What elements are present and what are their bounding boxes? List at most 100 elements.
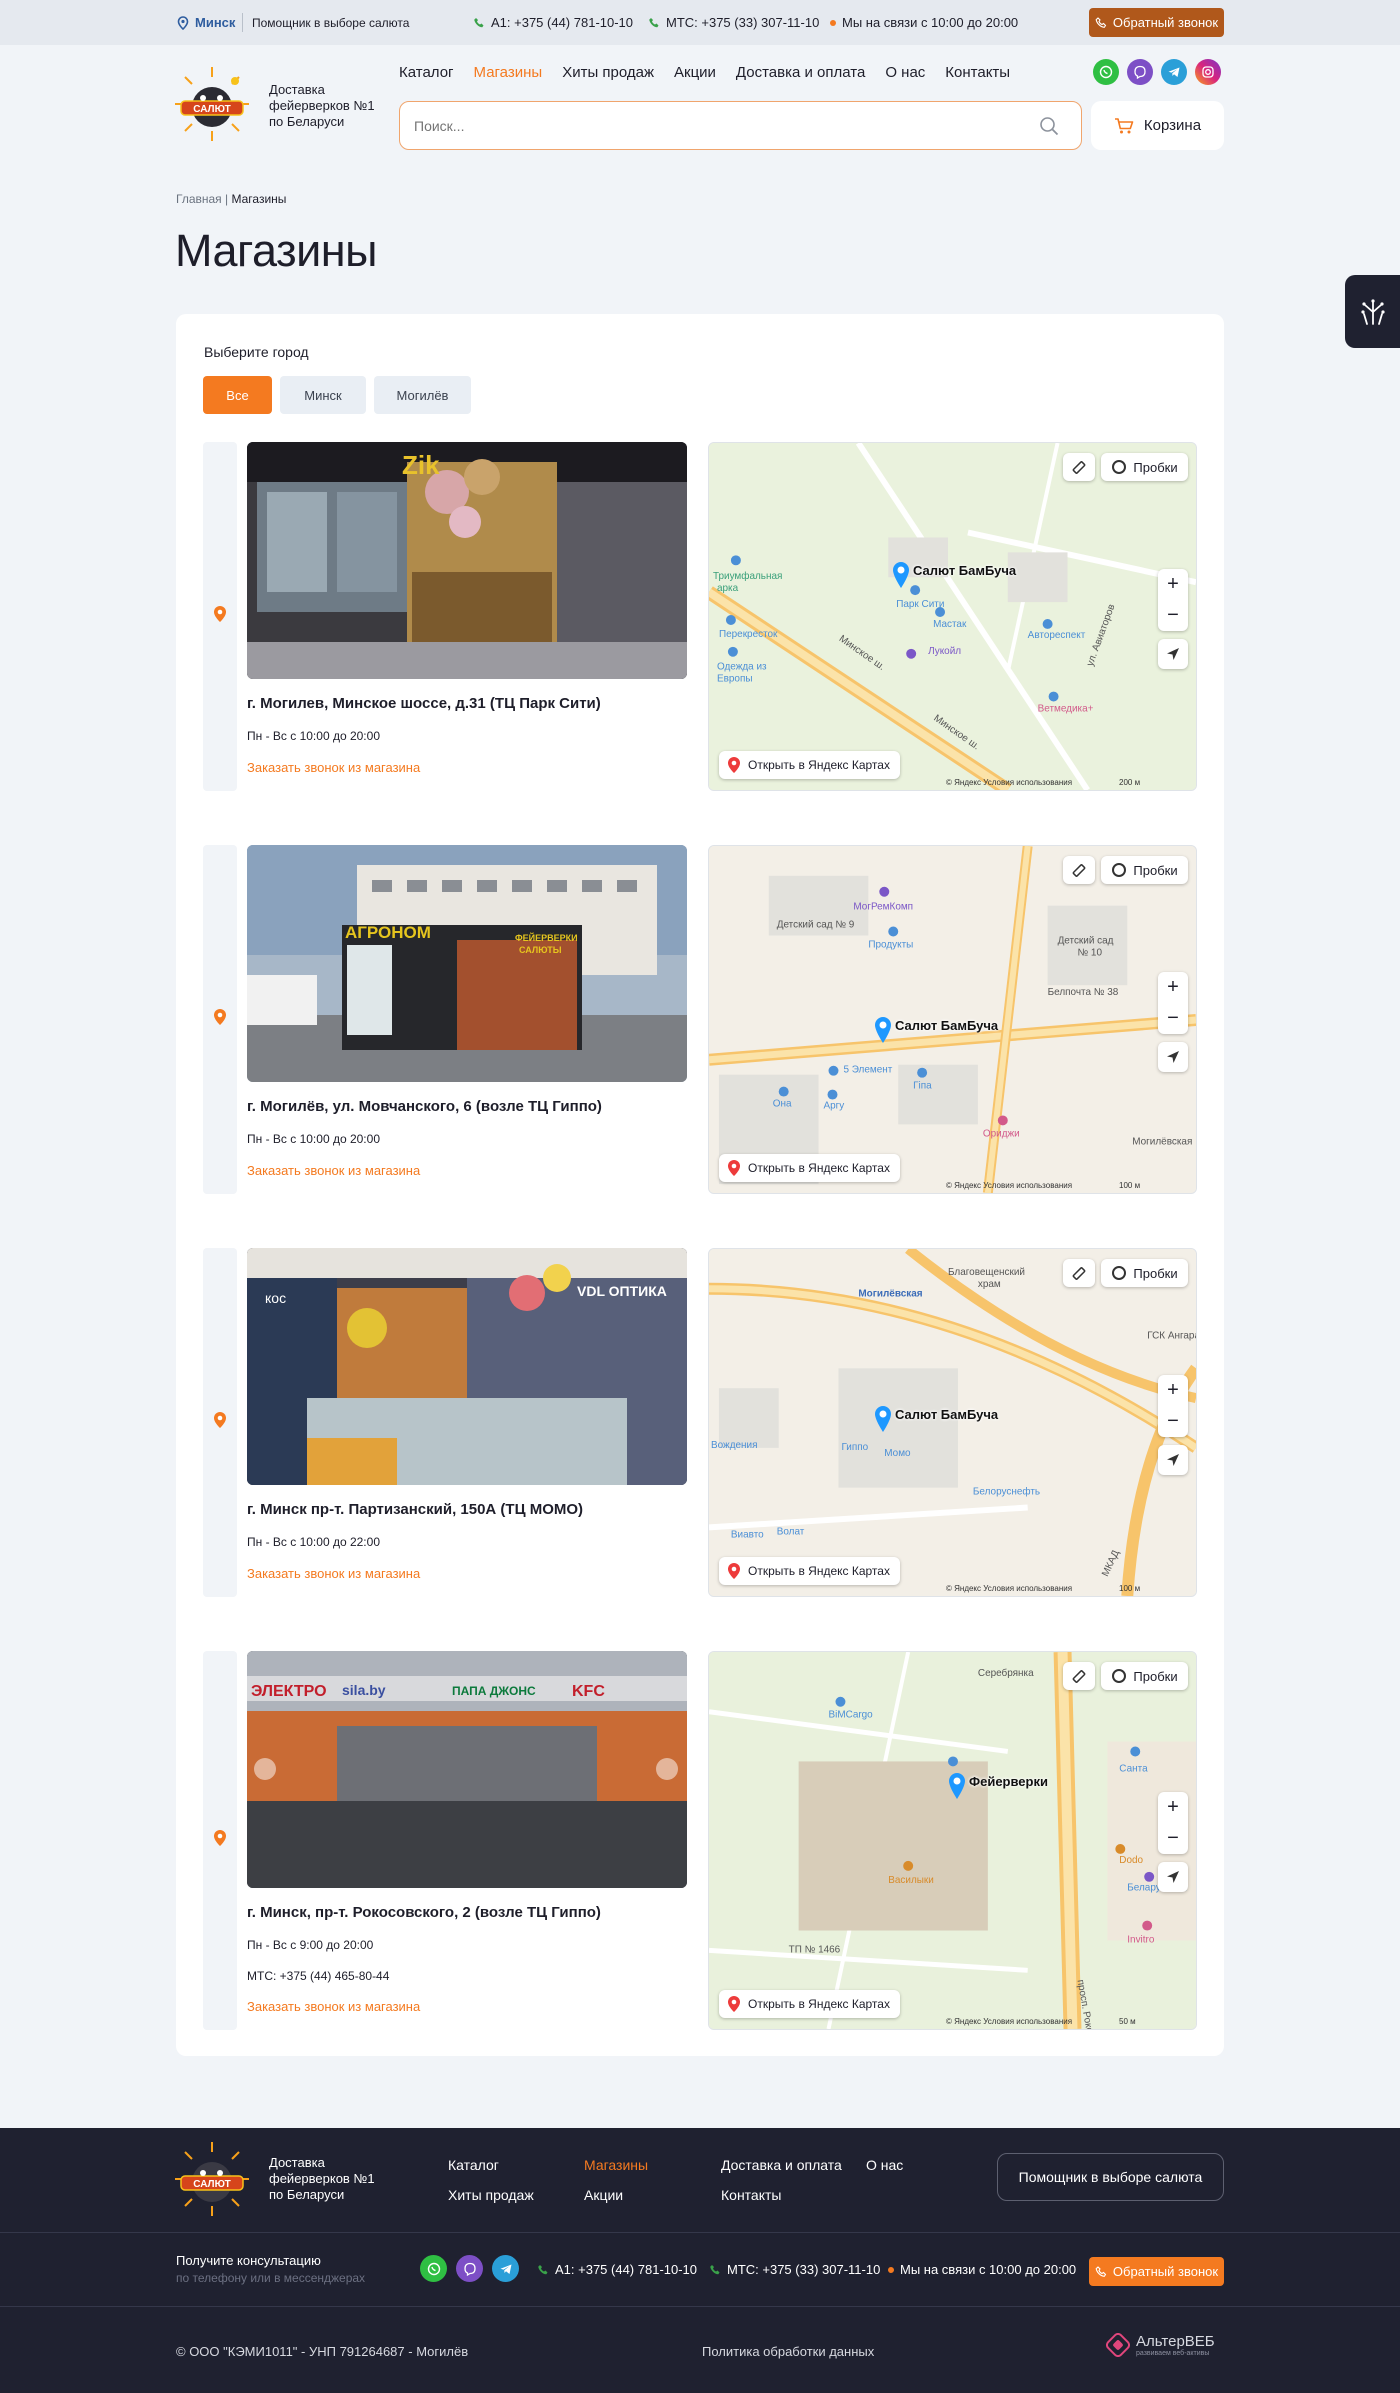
order-call-link[interactable]: Заказать звонок из магазина [247, 1999, 420, 2014]
logo[interactable]: САЛЮТ [173, 65, 251, 143]
nav-bestsellers[interactable]: Хиты продаж [562, 64, 654, 81]
phone-mts[interactable]: МТС: +375 (33) 307-11-10 [648, 15, 819, 30]
svg-text:ЭЛЕКТРО: ЭЛЕКТРО [251, 1683, 327, 1700]
telegram-icon[interactable] [1161, 59, 1187, 85]
footer-nav-about[interactable]: О нас [866, 2157, 903, 2173]
telegram-icon[interactable] [492, 2255, 519, 2282]
store-map[interactable]: Парк Сити Автореспект Мастак Лукойл Ветм… [708, 442, 1197, 791]
side-widget[interactable] [1345, 275, 1400, 348]
footer-nav-catalog[interactable]: Каталог [448, 2157, 499, 2173]
footer: САЛЮТ Доставка фейерверков №1 по Беларус… [0, 2128, 1400, 2393]
geolocation-button[interactable] [1158, 1445, 1188, 1475]
geolocation-button[interactable] [1158, 1862, 1188, 1892]
nav-about[interactable]: О нас [885, 64, 925, 81]
zoom-control: + − [1158, 569, 1188, 631]
svg-text:Лукойл: Лукойл [928, 646, 961, 657]
store-map[interactable]: Серебрянка ТП № 1466 просп. Рокоссовског… [708, 1651, 1197, 2030]
svg-text:САЛЮТЫ: САЛЮТЫ [519, 945, 562, 955]
phone-a1[interactable]: A1: +375 (44) 781-10-10 [473, 15, 633, 30]
developer-credit[interactable]: АльтерВЕБ развиваем веб-активы [1106, 2333, 1215, 2357]
footer-phone-mts[interactable]: МТС: +375 (33) 307-11-10 [709, 2262, 880, 2277]
helper-link[interactable]: Помощник в выборе салюта [252, 16, 409, 30]
nav-contacts[interactable]: Контакты [945, 64, 1010, 81]
store-phone[interactable]: МТС: +375 (44) 465-80-44 [247, 1969, 389, 1983]
map-marker[interactable]: Салют БамБуча [891, 561, 1016, 589]
footer-nav-contacts[interactable]: Контакты [721, 2187, 781, 2203]
store-photo[interactable]: АГРОНОМ ФЕЙЕРВЕРКИ САЛЮТЫ [247, 845, 687, 1082]
store-map[interactable]: Благовещенский храм ГСК Ангара МКАД Могил… [708, 1248, 1197, 1597]
search-input[interactable] [414, 114, 1014, 138]
viber-icon[interactable] [1127, 59, 1153, 85]
nav-stores[interactable]: Магазины [474, 64, 543, 81]
location-pin-icon [214, 1830, 226, 1846]
city-tab-minsk[interactable]: Минск [280, 376, 366, 414]
zoom-in-button[interactable]: + [1158, 972, 1188, 1003]
geolocation-button[interactable] [1158, 639, 1188, 669]
order-call-link[interactable]: Заказать звонок из магазина [247, 1566, 420, 1581]
store-photo[interactable]: VDL ОПТИКА кос [247, 1248, 687, 1485]
store-photo[interactable]: Zik [247, 442, 687, 679]
ruler-button[interactable] [1063, 1259, 1095, 1287]
open-in-yandex-button[interactable]: Открыть в Яндекс Картах [719, 1557, 900, 1585]
zoom-in-button[interactable]: + [1158, 1375, 1188, 1406]
map-marker[interactable]: Фейерверки [947, 1772, 1048, 1800]
nav-catalog[interactable]: Каталог [399, 64, 454, 81]
traffic-button[interactable]: Пробки [1101, 1259, 1188, 1287]
instagram-icon[interactable] [1195, 59, 1221, 85]
ruler-button[interactable] [1063, 1662, 1095, 1690]
svg-text:храм: храм [978, 1279, 1001, 1290]
footer-logo[interactable]: САЛЮТ [173, 2140, 251, 2218]
city-tab-mogilev[interactable]: Могилёв [374, 376, 471, 414]
store-photo[interactable]: ЭЛЕКТРО sila.by ПАПА ДЖОНС KFC [247, 1651, 687, 1888]
open-in-yandex-button[interactable]: Открыть в Яндекс Картах [719, 751, 900, 779]
svg-text:Гиппо: Гиппо [841, 1442, 868, 1453]
traffic-button[interactable]: Пробки [1101, 856, 1188, 884]
location-pin-icon [177, 15, 189, 30]
callback-button[interactable]: Обратный звонок [1089, 8, 1224, 37]
city-tab-all[interactable]: Все [203, 376, 272, 414]
city-name: Минск [195, 15, 236, 30]
whatsapp-icon[interactable] [420, 2255, 447, 2282]
footer-phone-a1[interactable]: A1: +375 (44) 781-10-10 [537, 2262, 697, 2277]
search-icon[interactable] [1039, 116, 1059, 136]
zoom-out-button[interactable]: − [1158, 1823, 1188, 1854]
svg-text:BiMCargo: BiMCargo [829, 1710, 874, 1721]
viber-icon[interactable] [456, 2255, 483, 2282]
geolocation-icon [1167, 1871, 1179, 1883]
order-call-link[interactable]: Заказать звонок из магазина [247, 760, 420, 775]
ruler-button[interactable] [1063, 856, 1095, 884]
map-marker[interactable]: Салют БамБуча [873, 1405, 998, 1433]
footer-nav-promotions[interactable]: Акции [584, 2187, 623, 2203]
svg-text:Триумфальная: Триумфальная [713, 571, 782, 582]
svg-text:Белпочта № 38: Белпочта № 38 [1048, 987, 1119, 998]
nav-promotions[interactable]: Акции [674, 64, 716, 81]
privacy-policy-link[interactable]: Политика обработки данных [702, 2344, 874, 2359]
geolocation-button[interactable] [1158, 1042, 1188, 1072]
whatsapp-icon[interactable] [1093, 59, 1119, 85]
zoom-in-button[interactable]: + [1158, 1792, 1188, 1823]
zoom-out-button[interactable]: − [1158, 1406, 1188, 1437]
cart-button[interactable]: Корзина [1091, 101, 1224, 150]
city-selector[interactable]: Минск [177, 15, 235, 30]
open-in-yandex-button[interactable]: Открыть в Яндекс Картах [719, 1990, 900, 2018]
store-map[interactable]: Детский сад № 9 Детский сад № 10 Белпочта… [708, 845, 1197, 1194]
helper-button[interactable]: Помощник в выборе салюта [997, 2153, 1224, 2201]
zoom-out-button[interactable]: − [1158, 1003, 1188, 1034]
open-in-yandex-button[interactable]: Открыть в Яндекс Картах [719, 1154, 900, 1182]
map-scale: 50 м [1119, 2017, 1136, 2026]
order-call-link[interactable]: Заказать звонок из магазина [247, 1163, 420, 1178]
footer-callback-button[interactable]: Обратный звонок [1089, 2257, 1224, 2286]
zoom-in-button[interactable]: + [1158, 569, 1188, 600]
footer-nav-stores[interactable]: Магазины [584, 2157, 648, 2173]
footer-socials [420, 2255, 519, 2282]
footer-nav-delivery[interactable]: Доставка и оплата [721, 2157, 842, 2173]
stores-panel: Выберите город Все Минск Могилёв Zik г. … [176, 314, 1224, 2056]
traffic-button[interactable]: Пробки [1101, 1662, 1188, 1690]
traffic-button[interactable]: Пробки [1101, 453, 1188, 481]
breadcrumb-home[interactable]: Главная [176, 192, 222, 206]
nav-delivery[interactable]: Доставка и оплата [736, 64, 865, 81]
footer-nav-bestsellers[interactable]: Хиты продаж [448, 2187, 534, 2203]
map-marker[interactable]: Салют БамБуча [873, 1016, 998, 1044]
zoom-out-button[interactable]: − [1158, 600, 1188, 631]
ruler-button[interactable] [1063, 453, 1095, 481]
